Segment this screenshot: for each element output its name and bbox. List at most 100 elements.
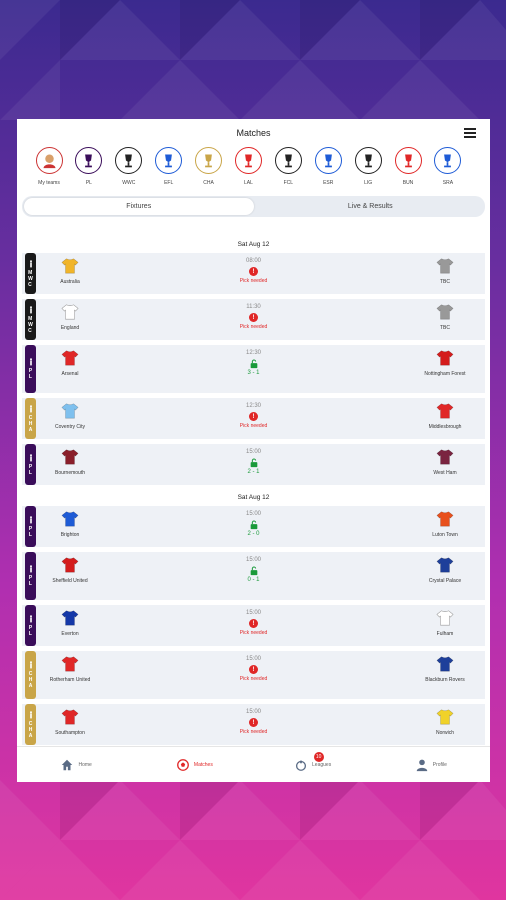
nav-profile-label: Profile [432, 761, 447, 768]
home-team[interactable]: Sheffield United [30, 556, 110, 584]
trophy-icon [296, 760, 307, 771]
league-filter-label: FCL [283, 180, 294, 186]
nav-profile[interactable]: Profile [372, 747, 490, 782]
match-row[interactable]: P L Arsenal 12:30 3 - 1 Nottingham Forest [22, 345, 485, 393]
home-shirt-icon [61, 350, 79, 366]
fcl-icon [274, 147, 302, 174]
kickoff-time: 15:00 [245, 557, 261, 563]
league-filter-label: WWC [122, 180, 136, 186]
kickoff-time: 12:30 [245, 350, 261, 356]
match-center[interactable]: 08:00! Pick needed [214, 258, 294, 284]
kickoff-time: 08:00 [245, 258, 261, 264]
home-team[interactable]: Everton [30, 609, 110, 637]
league-filter-lig[interactable]: LIG [352, 147, 384, 186]
home-team-name: Brighton [60, 532, 80, 538]
league-filter-esr[interactable]: ESR [312, 147, 344, 186]
away-team[interactable]: TBC [405, 257, 485, 285]
league-filter-label: PL [85, 180, 92, 186]
home-team[interactable]: Southampton [30, 708, 110, 736]
home-icon [62, 759, 73, 770]
match-center[interactable]: 12:30 3 - 1 [214, 350, 294, 376]
score-prediction: 3 - 1 [247, 370, 260, 376]
league-filter-pl[interactable]: PL [73, 147, 105, 186]
home-team-name: Sheffield United [52, 578, 88, 584]
profile-icon [416, 759, 428, 771]
match-center[interactable]: 12:30! Pick needed [214, 403, 294, 429]
home-team[interactable]: Rotherham United [30, 655, 110, 683]
away-team-name: Norwich [435, 730, 455, 736]
bun-icon [394, 147, 422, 174]
away-team[interactable]: West Ham [405, 448, 485, 476]
away-team-name: TBC [440, 279, 450, 285]
home-team[interactable]: Coventry City [30, 402, 110, 430]
match-center[interactable]: 15:00! Pick needed [214, 709, 294, 735]
football-icon [177, 758, 189, 771]
wwc-icon [115, 147, 143, 174]
tab-fixtures[interactable]: Fixtures [24, 198, 254, 215]
away-team[interactable]: Luton Town [405, 510, 485, 538]
home-team[interactable]: Australia [30, 257, 110, 285]
league-filter-lal[interactable]: LAL [232, 147, 264, 186]
away-team[interactable]: Nottingham Forest [405, 349, 485, 377]
league-filter-label: BUN [402, 180, 414, 186]
match-row[interactable]: P L Bournemouth 15:00 2 - 1 West Ham [22, 444, 485, 485]
league-filter-bun[interactable]: BUN [392, 147, 424, 186]
score-prediction: 2 - 0 [247, 531, 260, 537]
league-filter-wwc[interactable]: WWC [113, 147, 145, 186]
hamburger-menu-icon[interactable] [464, 128, 476, 138]
match-row[interactable]: C H A Coventry City 12:30! Pick needed Middles… [22, 398, 485, 439]
match-row[interactable]: M W C Australia 08:00! Pick needed TBC [22, 253, 485, 294]
match-center[interactable]: 15:00 2 - 1 [214, 449, 294, 475]
match-list[interactable]: Sat Aug 12 M W C Australia 08:00! Pick needed T… [17, 235, 490, 746]
pick-status: Pick needed [239, 676, 268, 682]
away-team[interactable]: Middlesbrough [405, 402, 485, 430]
match-center[interactable]: 15:00! Pick needed [214, 656, 294, 682]
kickoff-time: 15:00 [245, 610, 261, 616]
match-row[interactable]: C H A Rotherham United 15:00! Pick needed Blac… [22, 651, 485, 699]
league-filter-my-teams[interactable]: My teams [33, 147, 65, 186]
kickoff-time: 15:00 [245, 709, 261, 715]
pick-needed-icon: ! [249, 718, 258, 727]
league-filter-label: My teams [38, 180, 60, 186]
home-shirt-icon [61, 304, 79, 320]
tab-live-results[interactable]: Live & Results [256, 196, 486, 217]
match-center[interactable]: 11:30! Pick needed [214, 304, 294, 330]
away-team[interactable]: Blackburn Rovers [405, 655, 485, 683]
league-filter-fcl[interactable]: FCL [272, 147, 304, 186]
match-row[interactable]: P L Brighton 15:00 2 - 0 Luton Town [22, 506, 485, 547]
home-team[interactable]: England [30, 303, 110, 331]
match-row[interactable]: C H A Southampton 15:00! Pick needed Norwich [22, 704, 485, 745]
home-shirt-icon [61, 610, 79, 626]
home-team[interactable]: Brighton [30, 510, 110, 538]
home-team-name: Everton [61, 631, 79, 637]
nav-matches[interactable]: Matches [135, 747, 253, 782]
kickoff-time: 15:00 [245, 449, 261, 455]
away-team-name: TBC [440, 325, 450, 331]
away-team[interactable]: TBC [405, 303, 485, 331]
score-prediction: 2 - 1 [247, 469, 260, 475]
match-center[interactable]: 15:00 0 - 1 [214, 557, 294, 583]
league-filter-bar: My teams PL WWC EFL CHA LAL FCL ESR LIG BUN SRA [17, 147, 490, 186]
home-team[interactable]: Bournemouth [30, 448, 110, 476]
nav-leagues[interactable]: 10 Leagues [254, 747, 372, 782]
nav-home[interactable]: Home [17, 747, 135, 782]
away-team[interactable]: Norwich [405, 708, 485, 736]
home-team-name: Southampton [55, 730, 85, 736]
match-center[interactable]: 15:00 2 - 0 [214, 511, 294, 537]
pick-needed-icon: ! [249, 412, 258, 421]
away-team[interactable]: Fulham [405, 609, 485, 637]
league-filter-sra[interactable]: SRA [432, 147, 464, 186]
away-shirt-icon [436, 403, 454, 419]
unlocked-icon [250, 458, 257, 468]
match-row[interactable]: M W C England 11:30! Pick needed TBC [22, 299, 485, 340]
match-center[interactable]: 15:00! Pick needed [214, 610, 294, 636]
league-filter-cha[interactable]: CHA [193, 147, 225, 186]
home-team[interactable]: Arsenal [30, 349, 110, 377]
away-team[interactable]: Crystal Palace [405, 556, 485, 584]
away-team-name: West Ham [433, 470, 457, 476]
home-shirt-icon [61, 557, 79, 573]
match-row[interactable]: P L Everton 15:00! Pick needed Fulham [22, 605, 485, 646]
efl-icon [155, 147, 183, 174]
league-filter-efl[interactable]: EFL [153, 147, 185, 186]
match-row[interactable]: P L Sheffield United 15:00 0 - 1 Crystal Pala… [22, 552, 485, 600]
